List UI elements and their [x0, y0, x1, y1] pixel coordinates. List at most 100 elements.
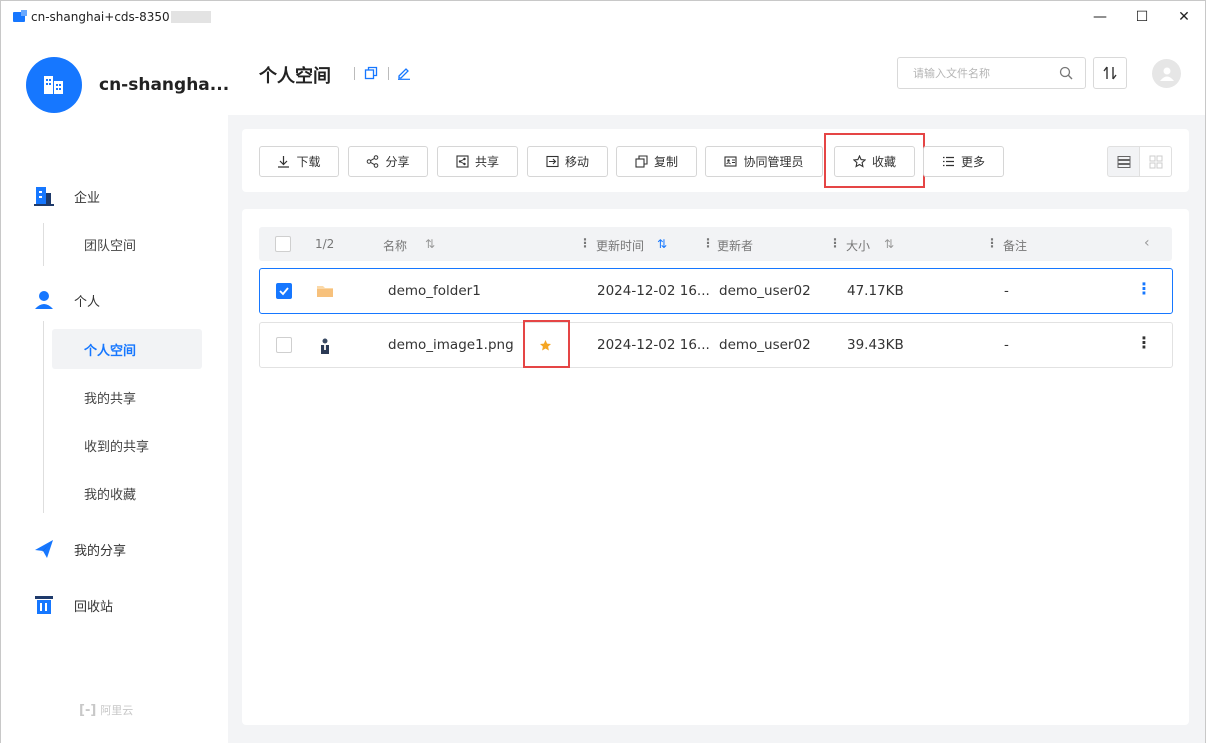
nav-tree-line [43, 321, 44, 513]
column-resize-handle[interactable]: ⋮ [579, 236, 591, 250]
more-vertical-icon[interactable]: ⋮ [1136, 335, 1152, 351]
column-resize-handle[interactable]: ⋮ [986, 236, 998, 250]
list-icon [942, 156, 954, 167]
file-size: 39.43KB [847, 337, 904, 353]
nav-group-personal[interactable]: 个人 [34, 290, 100, 310]
column-resize-handle[interactable]: ⋮ [829, 236, 841, 250]
file-name[interactable]: demo_folder1 [388, 283, 481, 299]
updater: demo_user02 [719, 283, 811, 299]
aliyun-logo: [-] 阿里云 [79, 702, 133, 718]
sidebar: cn-shangha... 企业 团队空间 个人 个人空间 我的共享 收到的共享… [1, 33, 229, 743]
nav-group-recycle-bin[interactable]: 回收站 [34, 595, 113, 615]
column-header-updater[interactable]: 更新者 [717, 237, 753, 254]
check-icon [279, 287, 289, 296]
search-input[interactable] [913, 66, 1053, 80]
grid-view-icon [1149, 155, 1162, 168]
shared-icon [456, 155, 469, 168]
updated-time: 2024-12-02 16... [597, 283, 710, 299]
co-share-button[interactable]: 共享 [437, 146, 518, 177]
file-name[interactable]: demo_image1.png [388, 337, 514, 353]
column-header-note[interactable]: 备注 [1003, 237, 1027, 254]
folder-icon [317, 286, 333, 297]
row-checkbox[interactable] [276, 337, 292, 353]
star-highlight [523, 320, 570, 368]
title-bar: cn-shanghai+cds-8350 — ☐ ✕ [1, 1, 1205, 33]
move-label: 移动 [564, 155, 589, 169]
page-title: 个人空间 [259, 66, 331, 87]
search-box[interactable] [897, 57, 1086, 89]
download-icon [278, 156, 290, 168]
list-view-toggle[interactable] [1107, 146, 1140, 177]
sidebar-item-received-shares[interactable]: 收到的共享 [52, 425, 202, 465]
nav-group-label: 个人 [74, 294, 101, 310]
updated-time: 2024-12-02 16... [597, 337, 710, 353]
table-row[interactable]: demo_image1.png 2024-12-02 16... demo_us… [259, 322, 1173, 368]
selection-count: 1/2 [315, 237, 335, 251]
copy-path-icon[interactable] [364, 66, 378, 80]
nav-tree-line [43, 223, 44, 266]
share-icon [367, 155, 379, 168]
nav-group-label: 企业 [74, 190, 101, 206]
header-divider [354, 67, 355, 80]
sort-icon[interactable]: ⇅ [884, 237, 894, 251]
edit-icon[interactable] [397, 66, 411, 80]
co-share-label: 共享 [474, 155, 499, 169]
minimize-button[interactable]: — [1079, 1, 1121, 33]
share-label: 分享 [385, 155, 410, 169]
column-header-name[interactable]: 名称 [383, 237, 407, 254]
sidebar-item-team-space[interactable]: 团队空间 [52, 224, 202, 264]
row-checkbox[interactable] [276, 283, 292, 299]
close-button[interactable]: ✕ [1163, 1, 1205, 33]
sort-icon[interactable]: ⇅ [657, 237, 667, 251]
building-icon [44, 76, 63, 94]
download-button[interactable]: 下载 [259, 146, 339, 177]
table-header: 1/2 名称 ⇅ ⋮ 更新时间 ⇅ ⋮ 更新者 ⋮ 大小 ⇅ ⋮ 备注 ‹ [259, 227, 1172, 261]
org-name[interactable]: cn-shangha... [99, 75, 229, 95]
table-row[interactable]: demo_folder1 2024-12-02 16... demo_user0… [259, 268, 1173, 314]
maximize-button[interactable]: ☐ [1121, 1, 1163, 33]
sort-button[interactable] [1093, 57, 1127, 89]
file-list: 1/2 名称 ⇅ ⋮ 更新时间 ⇅ ⋮ 更新者 ⋮ 大小 ⇅ ⋮ 备注 ‹ de… [242, 209, 1189, 725]
copy-label: 复制 [653, 155, 678, 169]
move-button[interactable]: 移动 [527, 146, 608, 177]
org-avatar [26, 57, 82, 113]
app-icon [13, 10, 27, 22]
nav-group-my-sharing[interactable]: 我的分享 [34, 539, 126, 559]
aliyun-logo-text: 阿里云 [100, 704, 134, 717]
window-controls: — ☐ ✕ [1079, 1, 1205, 33]
file-size: 47.17KB [847, 283, 904, 299]
trash-icon [35, 596, 53, 614]
select-all-checkbox[interactable] [275, 236, 291, 252]
sort-icon [1103, 66, 1117, 80]
more-vertical-icon[interactable]: ⋮ [1136, 281, 1152, 297]
sidebar-item-my-favorites[interactable]: 我的收藏 [52, 473, 202, 513]
note: - [1004, 337, 1009, 353]
app-window: cn-shanghai+cds-8350 — ☐ ✕ cn-shangha... [0, 0, 1206, 743]
search-icon[interactable] [1059, 66, 1073, 80]
nav-group-enterprise[interactable]: 企业 [34, 186, 100, 206]
column-header-updated[interactable]: 更新时间 [596, 237, 644, 254]
move-icon [546, 155, 559, 168]
user-avatar[interactable] [1152, 59, 1181, 88]
window-title: cn-shanghai+cds-8350 [31, 10, 170, 24]
share-plane-icon [35, 540, 53, 558]
grid-view-toggle[interactable] [1139, 146, 1172, 177]
list-view-icon [1117, 155, 1130, 168]
note: - [1004, 283, 1009, 299]
collaborator-admin-button[interactable]: 协同管理员 [705, 146, 823, 177]
more-button[interactable]: 更多 [923, 146, 1004, 177]
collapse-columns-icon[interactable]: ‹ [1144, 235, 1150, 251]
collaborator-admin-label: 协同管理员 [743, 155, 804, 169]
main-area: 个人空间 请输入文件名称 下载 分享 共享 移动 复制 协同管理员 收藏 更多 … [228, 33, 1205, 743]
action-toolbar: 下载 分享 共享 移动 复制 协同管理员 收藏 更多 [242, 129, 1189, 192]
sidebar-item-personal-space[interactable]: 个人空间 [52, 329, 202, 369]
share-button[interactable]: 分享 [348, 146, 428, 177]
header-divider [388, 67, 389, 80]
column-header-size[interactable]: 大小 [846, 237, 870, 254]
sort-icon[interactable]: ⇅ [425, 237, 435, 251]
copy-button[interactable]: 复制 [616, 146, 697, 177]
column-resize-handle[interactable]: ⋮ [702, 236, 714, 250]
more-label: 更多 [960, 155, 985, 169]
copy-icon [635, 155, 648, 168]
sidebar-item-my-shares[interactable]: 我的共享 [52, 377, 202, 417]
